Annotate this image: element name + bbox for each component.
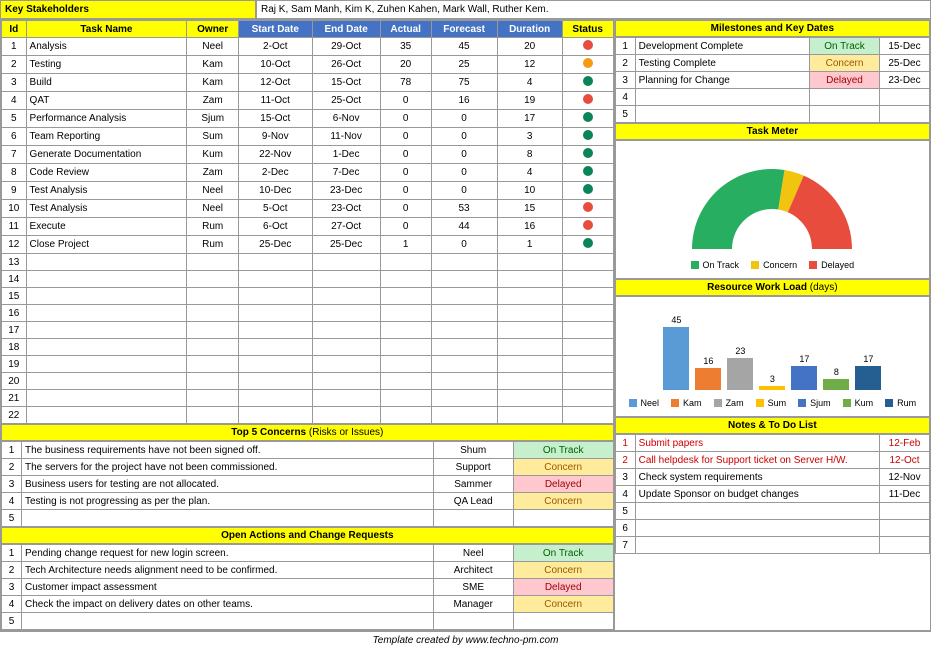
table-row[interactable]: 1Submit papers12-Feb (615, 435, 929, 452)
task-col-header: Forecast (431, 21, 497, 38)
task-col-header: Status (562, 21, 613, 38)
table-row[interactable]: 5 (615, 503, 929, 520)
legend-item: Zam (714, 398, 744, 408)
legend-item: Sjum (798, 398, 831, 408)
table-row[interactable]: 5 (615, 106, 929, 123)
task-table: IdTask NameOwnerStart DateEnd DateActual… (1, 20, 614, 424)
table-row[interactable]: 3Check system requirements12-Nov (615, 469, 929, 486)
task-col-header: Duration (497, 21, 562, 38)
table-row[interactable]: 2Tech Architecture needs alignment need … (2, 562, 614, 579)
table-row[interactable]: 4Check the impact on delivery dates on o… (2, 596, 614, 613)
table-row[interactable]: 17 (2, 322, 614, 339)
table-row[interactable]: 2Testing CompleteConcern25-Dec (615, 55, 929, 72)
status-dot-icon (583, 166, 593, 176)
table-row[interactable]: 6Team ReportingSum9-Nov11-Nov003 (2, 128, 614, 146)
table-row[interactable]: 13 (2, 254, 614, 271)
table-row[interactable]: 11ExecuteRum6-Oct27-Oct04416 (2, 218, 614, 236)
milestones-header: Milestones and Key Dates (615, 20, 930, 37)
table-row[interactable]: 20 (2, 373, 614, 390)
table-row[interactable]: 10Test AnalysisNeel5-Oct23-Oct05315 (2, 200, 614, 218)
bar: 16 (695, 356, 721, 390)
table-row[interactable]: 3Customer impact assessmentSMEDelayed (2, 579, 614, 596)
table-row[interactable]: 19 (2, 356, 614, 373)
table-row[interactable]: 18 (2, 339, 614, 356)
stakeholder-value[interactable]: Raj K, Sam Manh, Kim K, Zuhen Kahen, Mar… (256, 0, 931, 19)
legend-item: Concern (751, 260, 797, 270)
table-row[interactable]: 9Test AnalysisNeel10-Dec23-Dec0010 (2, 182, 614, 200)
task-meter-header: Task Meter (615, 123, 930, 140)
table-row[interactable]: 5 (2, 613, 614, 630)
milestone-table: 1Development CompleteOn Track15-Dec2Test… (615, 37, 930, 123)
status-dot-icon (583, 58, 593, 68)
task-col-header: End Date (312, 21, 380, 38)
table-row[interactable]: 16 (2, 305, 614, 322)
stakeholder-row: Key Stakeholders Raj K, Sam Manh, Kim K,… (0, 0, 931, 19)
status-dot-icon (583, 220, 593, 230)
table-row[interactable]: 3BuildKam12-Oct15-Oct78754 (2, 74, 614, 92)
task-col-header: Task Name (26, 21, 187, 38)
status-dot-icon (583, 202, 593, 212)
status-dot-icon (583, 112, 593, 122)
bar: 8 (823, 367, 849, 390)
table-row[interactable]: 21 (2, 390, 614, 407)
table-row[interactable]: 1AnalysisNeel2-Oct29-Oct354520 (2, 38, 614, 56)
legend-item: Neel (629, 398, 660, 408)
status-dot-icon (583, 148, 593, 158)
stakeholder-label: Key Stakeholders (0, 0, 256, 19)
table-row[interactable]: 3Business users for testing are not allo… (2, 476, 614, 493)
legend-item: Kum (843, 398, 874, 408)
table-row[interactable]: 1Pending change request for new login sc… (2, 545, 614, 562)
actions-table: 1Pending change request for new login sc… (1, 544, 614, 630)
table-row[interactable]: 7Generate DocumentationKum22-Nov1-Dec008 (2, 146, 614, 164)
concerns-header: Top 5 Concerns (Risks or Issues) (1, 424, 614, 441)
status-dot-icon (583, 76, 593, 86)
table-row[interactable]: 8Code ReviewZam2-Dec7-Dec004 (2, 164, 614, 182)
table-row[interactable]: 4Update Sponsor on budget changes11-Dec (615, 486, 929, 503)
bar: 17 (855, 354, 881, 390)
actions-header: Open Actions and Change Requests (1, 527, 614, 544)
notes-header: Notes & To Do List (615, 417, 930, 434)
bar: 45 (663, 315, 689, 390)
concerns-table: 1The business requirements have not been… (1, 441, 614, 527)
legend-item: Delayed (809, 260, 854, 270)
table-row[interactable]: 1Development CompleteOn Track15-Dec (615, 38, 929, 55)
task-col-header: Id (2, 21, 27, 38)
table-row[interactable]: 7 (615, 537, 929, 554)
task-col-header: Actual (380, 21, 431, 38)
task-col-header: Owner (187, 21, 239, 38)
table-row[interactable]: 2The servers for the project have not be… (2, 459, 614, 476)
table-row[interactable]: 14 (2, 271, 614, 288)
status-dot-icon (583, 130, 593, 140)
table-row[interactable]: 22 (2, 407, 614, 424)
legend-item: On Track (691, 260, 740, 270)
table-row[interactable]: 15 (2, 288, 614, 305)
notes-table: 1Submit papers12-Feb2Call helpdesk for S… (615, 434, 930, 554)
workload-header: Resource Work Load (days) (615, 279, 930, 296)
legend-item: Sum (756, 398, 787, 408)
table-row[interactable]: 2TestingKam10-Oct26-Oct202512 (2, 56, 614, 74)
status-dot-icon (583, 40, 593, 50)
table-row[interactable]: 4Testing is not progressing as per the p… (2, 493, 614, 510)
table-row[interactable]: 2Call helpdesk for Support ticket on Ser… (615, 452, 929, 469)
table-row[interactable]: 5 (2, 510, 614, 527)
workload-chart: 451623 3 17 8 17 Neel Kam Zam Sum Sjum Kum Rum (615, 296, 930, 417)
table-row[interactable]: 6 (615, 520, 929, 537)
task-col-header: Start Date (239, 21, 312, 38)
status-dot-icon (583, 184, 593, 194)
status-dot-icon (583, 94, 593, 104)
legend-item: Rum (885, 398, 916, 408)
table-row[interactable]: 12Close ProjectRum25-Dec25-Dec101 (2, 236, 614, 254)
bar: 17 (791, 354, 817, 390)
table-row[interactable]: 4 (615, 89, 929, 106)
bar: 23 (727, 346, 753, 390)
footer-credit: Template created by www.techno-pm.com (0, 631, 931, 649)
task-meter-chart: On Track Concern Delayed (615, 140, 930, 279)
table-row[interactable]: 3Planning for ChangeDelayed23-Dec (615, 72, 929, 89)
table-row[interactable]: 1The business requirements have not been… (2, 442, 614, 459)
status-dot-icon (583, 238, 593, 248)
table-row[interactable]: 4QATZam11-Oct25-Oct01619 (2, 92, 614, 110)
table-row[interactable]: 5Performance AnalysisSjum15-Oct6-Nov0017 (2, 110, 614, 128)
bar: 3 (759, 374, 785, 390)
legend-item: Kam (671, 398, 702, 408)
